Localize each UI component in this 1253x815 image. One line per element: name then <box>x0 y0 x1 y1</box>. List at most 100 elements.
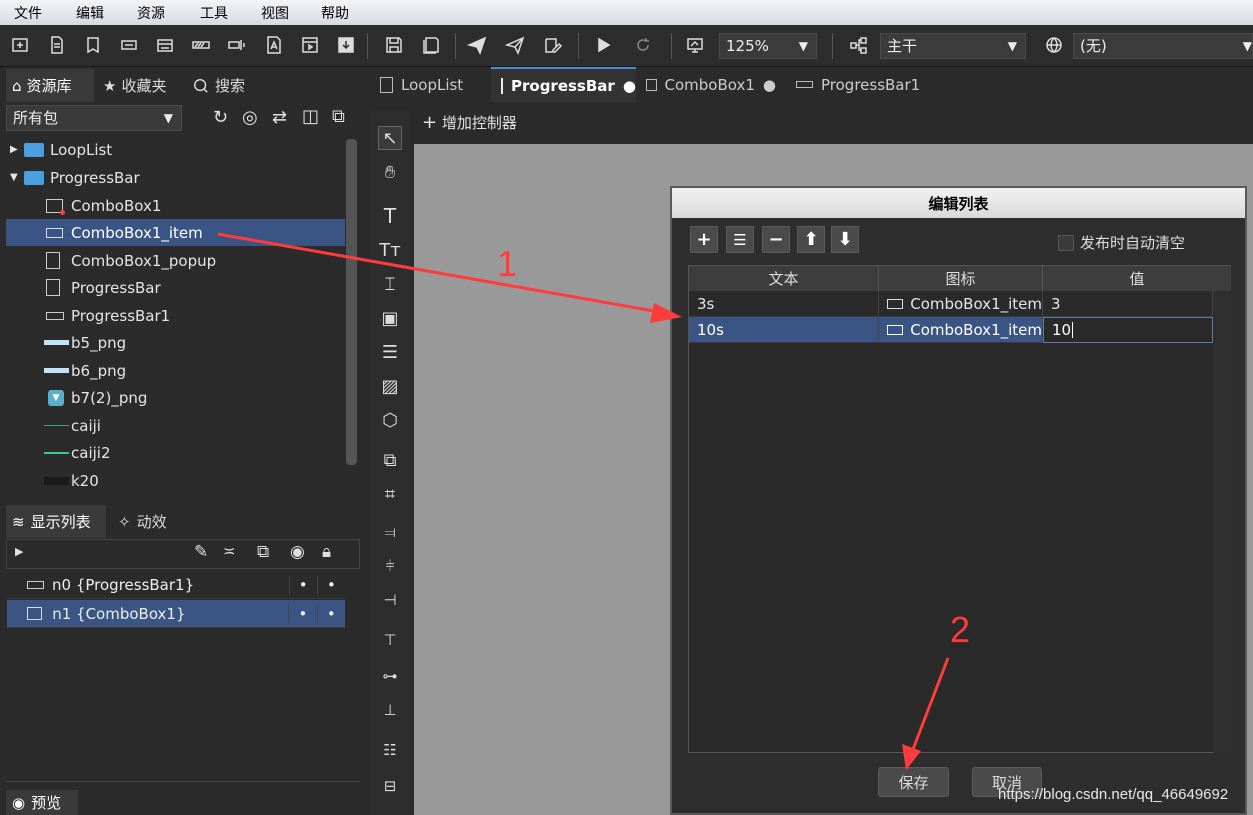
globe-icon[interactable] <box>1043 34 1065 56</box>
grid-cell-value-editor[interactable]: 10 <box>1043 317 1213 343</box>
refresh-icon[interactable] <box>632 34 654 56</box>
save-icon[interactable] <box>383 34 405 56</box>
insert-item-button[interactable]: ☰ <box>726 226 754 253</box>
branch-select[interactable]: 主干 ▼ <box>880 33 1026 59</box>
collapse-icon[interactable]: ⧉ <box>332 106 345 127</box>
doc-tab-progressbar[interactable]: ProgressBar ● <box>491 67 636 102</box>
menu-tools[interactable]: 工具 <box>200 3 261 23</box>
align-left-icon[interactable]: ⫤ <box>378 520 402 544</box>
grid-cell-icon[interactable]: ComboBox1_item <box>879 317 1043 343</box>
doc-tab-combobox1[interactable]: ComboBox1 ● <box>636 67 786 102</box>
publish-edit-icon[interactable] <box>542 34 564 56</box>
menu-resource[interactable]: 资源 <box>137 3 200 23</box>
grid-scrollbar[interactable] <box>1213 291 1231 753</box>
import-icon[interactable] <box>335 34 357 56</box>
align-middle-icon[interactable]: ⊶ <box>378 664 402 688</box>
tree-scrollbar[interactable] <box>346 139 357 465</box>
publish-settings-icon[interactable] <box>504 34 526 56</box>
tab-favorites[interactable]: ★ 收藏夹 <box>97 69 183 102</box>
tree-item-progressbar[interactable]: ProgressBar <box>6 274 345 301</box>
column-header-text[interactable]: 文本 <box>689 266 879 291</box>
new-slider-icon[interactable] <box>226 34 248 56</box>
locate-icon[interactable]: ◎ <box>242 107 258 128</box>
language-select[interactable]: (无) ▼ <box>1073 33 1253 59</box>
tab-effects[interactable]: ✧ 动效 <box>112 505 192 538</box>
align-bottom-icon[interactable]: ⊥ <box>378 698 402 722</box>
hide-icon[interactable]: ≍ <box>223 542 236 560</box>
package-filter-select[interactable]: 所有包 ▼ <box>6 105 182 131</box>
tab-library[interactable]: ⌂ 资源库 <box>6 69 94 102</box>
save-button[interactable]: 保存 <box>878 767 949 797</box>
edit-icon[interactable]: ✎ <box>194 542 208 562</box>
tree-item-caiji[interactable]: caiji <box>6 412 345 439</box>
display-item-n0[interactable]: n0 {ProgressBar1} • • <box>7 571 345 599</box>
text-tool-icon[interactable]: T <box>378 204 402 228</box>
copy-icon[interactable]: ⧉ <box>257 542 269 562</box>
play-timeline-icon[interactable]: ▶ <box>15 545 23 558</box>
select-tool-icon[interactable]: ↖ <box>378 126 402 150</box>
loader3d-tool-icon[interactable]: ⬡ <box>378 408 402 432</box>
tree-item-progressbar-package[interactable]: ▼ ProgressBar <box>6 164 345 191</box>
menu-view[interactable]: 视图 <box>261 3 321 23</box>
new-label-icon[interactable] <box>82 34 104 56</box>
lock-dot[interactable]: • <box>316 604 345 623</box>
swap-icon[interactable]: ⇄ <box>272 107 287 128</box>
tab-search[interactable]: 搜索 <box>186 69 258 102</box>
menu-edit[interactable]: 编辑 <box>76 3 137 23</box>
tree-item-combobox1-popup[interactable]: ComboBox1_popup <box>6 247 345 274</box>
auto-clear-checkbox[interactable]: 发布时自动清空 <box>1058 232 1185 253</box>
grid-cell-icon[interactable]: ComboBox1_item <box>879 291 1043 317</box>
new-component-icon[interactable] <box>46 34 68 56</box>
tree-item-b6-png[interactable]: b6_png <box>6 357 345 384</box>
new-font-icon[interactable] <box>263 34 285 56</box>
add-controller-button[interactable]: + 增加控制器 <box>422 112 517 133</box>
move-down-button[interactable]: ⬇ <box>831 226 859 253</box>
list-tool-icon[interactable]: ☰ <box>378 340 402 364</box>
column-header-value[interactable]: 值 <box>1043 266 1231 291</box>
distribute-vertical-icon[interactable]: ☷ <box>378 738 402 762</box>
menu-help[interactable]: 帮助 <box>321 3 349 23</box>
tree-item-progressbar1[interactable]: ProgressBar1 <box>6 302 345 329</box>
rich-text-tool-icon[interactable]: Tт <box>378 238 402 262</box>
loader-tool-icon[interactable]: ▨ <box>378 374 402 398</box>
tab-display-list[interactable]: ≋ 显示列表 <box>6 505 106 538</box>
group-tool-icon[interactable]: ⧉ <box>378 448 402 472</box>
remove-item-button[interactable]: − <box>762 226 790 253</box>
image-tool-icon[interactable]: ▣ <box>378 306 402 330</box>
lock-icon[interactable]: 🔒︎ <box>322 542 331 562</box>
tab-preview[interactable]: ◉ 预览 <box>6 790 78 815</box>
lock-dot[interactable]: • <box>316 575 345 594</box>
visibility-dot[interactable]: • <box>288 575 317 594</box>
checkbox-box[interactable] <box>1058 234 1074 251</box>
save-all-icon[interactable] <box>420 34 442 56</box>
doc-tab-looplist[interactable]: LoopList <box>370 67 491 102</box>
input-text-tool-icon[interactable]: ⌶ <box>378 272 402 296</box>
sync-icon[interactable]: ↻ <box>213 107 228 128</box>
branch-icon[interactable] <box>848 34 870 56</box>
new-progressbar-icon[interactable] <box>190 34 212 56</box>
play-icon[interactable] <box>592 34 614 56</box>
expand-arrow-icon[interactable]: ▶ <box>10 144 24 155</box>
tree-item-combobox1[interactable]: ComboBox1 <box>6 192 345 219</box>
tree-item-b7-png[interactable]: ▼ b7(2)_png <box>6 384 345 411</box>
resolution-icon[interactable] <box>684 34 706 56</box>
display-item-n1[interactable]: n1 {ComboBox1} • • <box>7 600 345 628</box>
tree-item-looplist[interactable]: ▶ LoopList <box>6 136 345 163</box>
column-header-icon[interactable]: 图标 <box>879 266 1043 291</box>
grid-cell-text[interactable]: 3s <box>689 291 879 317</box>
tree-item-b5-png[interactable]: b5_png <box>6 329 345 356</box>
tree-item-combobox1-item[interactable]: ComboBox1_item <box>6 219 345 246</box>
align-top-icon[interactable]: ⊤ <box>378 628 402 652</box>
tree-item-k20[interactable]: k20 <box>6 467 345 494</box>
transform-tool-icon[interactable]: ⌗ <box>378 482 402 506</box>
hand-tool-icon[interactable]: ✋︎ <box>378 160 402 184</box>
collapse-arrow-icon[interactable]: ▼ <box>10 172 24 183</box>
zoom-select[interactable]: 125% ▼ <box>719 33 817 59</box>
menu-file[interactable]: 文件 <box>14 3 76 23</box>
add-item-button[interactable]: + <box>690 226 718 253</box>
grid-cell-text[interactable]: 10s <box>689 317 879 343</box>
align-center-icon[interactable]: ⫩ <box>378 554 402 578</box>
new-combobox-icon[interactable] <box>154 34 176 56</box>
move-up-button[interactable]: ⬆ <box>797 226 825 253</box>
new-button-icon[interactable] <box>118 34 140 56</box>
